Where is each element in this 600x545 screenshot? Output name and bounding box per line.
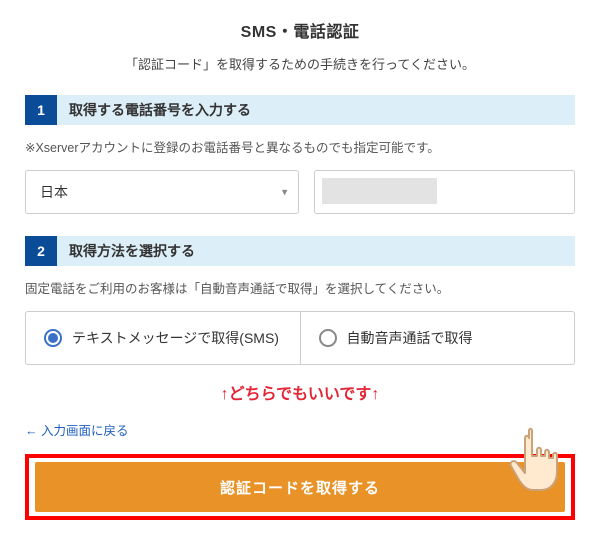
- submit-button[interactable]: 認証コードを取得する: [35, 462, 565, 512]
- radio-selected-icon: [44, 329, 62, 347]
- page-title: SMS・電話認証: [25, 18, 575, 42]
- annotation-text: ↑どちらでもいいです↑: [25, 380, 575, 404]
- step1-title: 取得する電話番号を入力する: [57, 100, 251, 120]
- page-subtitle: 「認証コード」を取得するための手続きを行ってください。: [25, 54, 575, 73]
- step1-number: 1: [25, 95, 57, 125]
- step1-note: ※Xserverアカウントに登録のお電話番号と異なるものでも指定可能です。: [25, 137, 575, 156]
- phone-input[interactable]: [314, 170, 575, 214]
- back-link[interactable]: ← 入力画面に戻る: [25, 420, 128, 439]
- step2-note: 固定電話をご利用のお客様は「自動音声通話で取得」を選択してください。: [25, 278, 575, 297]
- country-select[interactable]: 日本: [25, 170, 299, 214]
- radio-option-sms[interactable]: テキストメッセージで取得(SMS): [26, 312, 301, 364]
- radio-label-voice: 自動音声通話で取得: [347, 328, 473, 348]
- step2-title: 取得方法を選択する: [57, 241, 195, 261]
- step2-header: 2 取得方法を選択する: [25, 236, 575, 266]
- method-radio-group: テキストメッセージで取得(SMS) 自動音声通話で取得: [25, 311, 575, 365]
- submit-highlight-box: 認証コードを取得する: [25, 454, 575, 520]
- radio-unselected-icon: [319, 329, 337, 347]
- step2-number: 2: [25, 236, 57, 266]
- radio-option-voice[interactable]: 自動音声通話で取得: [301, 312, 575, 364]
- radio-label-sms: テキストメッセージで取得(SMS): [72, 328, 279, 348]
- step1-header: 1 取得する電話番号を入力する: [25, 95, 575, 125]
